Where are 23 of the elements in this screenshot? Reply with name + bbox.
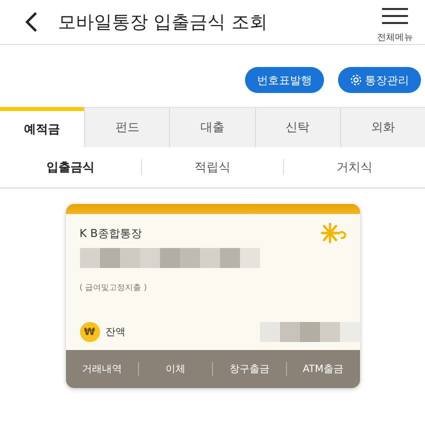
back-icon[interactable] xyxy=(24,11,38,33)
sub-tab[interactable]: 거치식 xyxy=(284,158,425,176)
star-logo-icon xyxy=(320,222,348,244)
account-action[interactable]: 창구출금 xyxy=(213,362,286,376)
tab[interactable]: 외화 xyxy=(340,107,425,147)
sub-tab[interactable]: 적립식 xyxy=(142,158,283,176)
balance-label: 잔액 xyxy=(106,326,126,339)
menu-label[interactable]: 전체메뉴 xyxy=(377,30,413,44)
tab[interactable]: 대출 xyxy=(169,107,255,147)
account-nickname: ( 급여및고정지출 ) xyxy=(80,282,148,293)
ticket-button[interactable]: 번호표발행 xyxy=(245,67,324,93)
account-name: K B종합통장 xyxy=(80,226,142,240)
won-badge: ₩ xyxy=(80,322,100,342)
tab[interactable]: 신탁 xyxy=(254,107,340,147)
page-title: 모바일통장 입출금식 조회 xyxy=(58,11,268,34)
account-action[interactable]: ATM출금 xyxy=(286,362,360,376)
account-action[interactable]: 이체 xyxy=(139,362,212,376)
sub-tab[interactable]: 입출금식 xyxy=(0,158,141,176)
gear-icon xyxy=(350,74,362,86)
tab[interactable]: 펀드 xyxy=(84,107,170,147)
account-action[interactable]: 거래내역 xyxy=(66,362,138,376)
passbook-button[interactable]: 통장관리 xyxy=(338,67,421,93)
menu-icon[interactable] xyxy=(382,6,408,24)
